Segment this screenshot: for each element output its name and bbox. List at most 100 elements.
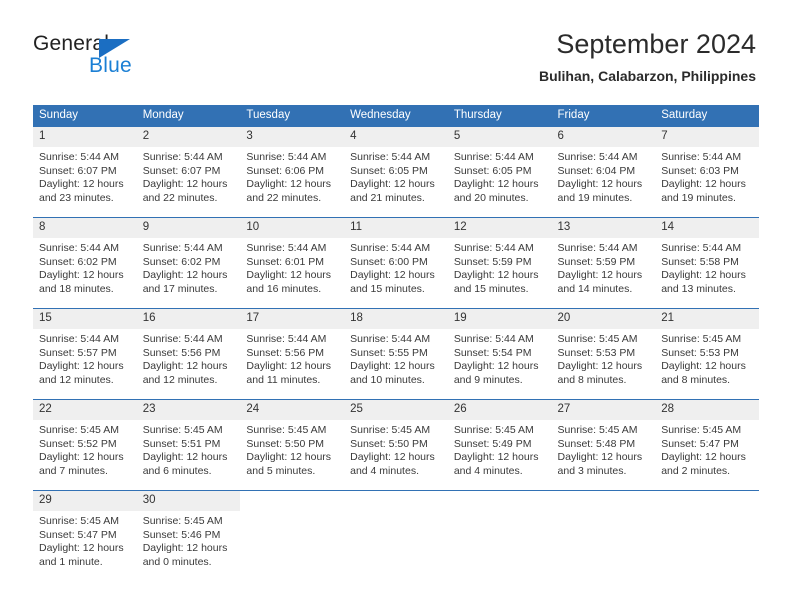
day-number	[240, 491, 345, 511]
calendar-day-cell[interactable]: 29 Sunrise: 5:45 AM Sunset: 5:47 PM Dayligh…	[33, 490, 137, 575]
day-number: 24	[240, 400, 345, 420]
calendar-day-cell[interactable]: 10 Sunrise: 5:44 AM Sunset: 6:01 PM Dayligh…	[240, 217, 345, 302]
day-cell-inner: 7 Sunrise: 5:44 AM Sunset: 6:03 PM Daylight…	[655, 127, 759, 211]
daylight-duration-line1: Daylight: 12 hours	[453, 178, 539, 191]
sunset-time: Sunset: 6:04 PM	[557, 164, 636, 177]
day-sun-info: Sunrise: 5:44 AM Sunset: 6:07 PM Daylight:…	[137, 147, 241, 205]
daylight-duration-line1: Daylight: 12 hours	[350, 451, 435, 464]
sunrise-time: Sunrise: 5:44 AM	[557, 151, 638, 163]
page-header: General Blue September 2024 Bulihan, Cal…	[0, 0, 792, 100]
calendar-day-cell[interactable]: 24 Sunrise: 5:45 AM Sunset: 5:50 PM Dayligh…	[240, 399, 345, 484]
day-cell-inner: 9 Sunrise: 5:44 AM Sunset: 6:02 PM Daylight…	[136, 218, 241, 302]
calendar-day-cell[interactable]: 2 Sunrise: 5:44 AM Sunset: 6:07 PM Daylight…	[136, 126, 241, 211]
weekday-header-thursday: Thursday	[447, 105, 552, 127]
calendar-day-cell[interactable]: 23 Sunrise: 5:45 AM Sunset: 5:51 PM Dayligh…	[136, 399, 241, 484]
calendar-day-cell[interactable]: 1 Sunrise: 5:44 AM Sunset: 6:07 PM Daylight…	[33, 126, 137, 211]
logo-text-general: General	[33, 32, 110, 55]
day-number	[344, 491, 448, 511]
sunrise-time: Sunrise: 5:45 AM	[142, 424, 223, 436]
calendar-day-cell[interactable]: 21 Sunrise: 5:45 AM Sunset: 5:53 PM Dayligh…	[655, 308, 759, 393]
day-sun-info: Sunrise: 5:44 AM Sunset: 5:54 PM Daylight:…	[448, 329, 552, 387]
sunrise-time: Sunrise: 5:45 AM	[246, 424, 327, 436]
day-cell-inner: 1 Sunrise: 5:44 AM Sunset: 6:07 PM Daylight…	[33, 127, 137, 211]
calendar-day-cell[interactable]: 19 Sunrise: 5:44 AM Sunset: 5:54 PM Dayligh…	[447, 308, 552, 393]
day-cell-inner: 22 Sunrise: 5:45 AM Sunset: 5:52 PM Dayligh…	[33, 400, 137, 484]
calendar-day-cell[interactable]: 9 Sunrise: 5:44 AM Sunset: 6:02 PM Daylight…	[136, 217, 241, 302]
calendar-empty-cell	[447, 490, 552, 575]
day-number: 13	[551, 218, 656, 238]
daylight-duration-line2: and 0 minutes.	[142, 555, 212, 568]
daylight-duration-line1: Daylight: 12 hours	[453, 269, 539, 282]
calendar-day-cell[interactable]: 28 Sunrise: 5:45 AM Sunset: 5:47 PM Dayligh…	[655, 399, 759, 484]
calendar-day-cell[interactable]: 27 Sunrise: 5:45 AM Sunset: 5:48 PM Dayligh…	[551, 399, 656, 484]
daylight-duration-line2: and 17 minutes.	[142, 282, 218, 295]
day-number: 25	[344, 400, 448, 420]
calendar-day-cell[interactable]: 20 Sunrise: 5:45 AM Sunset: 5:53 PM Dayligh…	[551, 308, 656, 393]
day-cell-inner: 30 Sunrise: 5:45 AM Sunset: 5:46 PM Dayligh…	[136, 491, 241, 575]
sunrise-time: Sunrise: 5:44 AM	[453, 242, 534, 254]
day-cell-inner: 29 Sunrise: 5:45 AM Sunset: 5:47 PM Dayligh…	[33, 491, 137, 575]
calendar-day-cell[interactable]: 13 Sunrise: 5:44 AM Sunset: 5:59 PM Dayligh…	[551, 217, 656, 302]
day-number: 21	[655, 309, 759, 329]
sunset-time: Sunset: 5:54 PM	[453, 346, 532, 359]
day-sun-info: Sunrise: 5:44 AM Sunset: 6:05 PM Daylight:…	[344, 147, 448, 205]
calendar-day-cell[interactable]: 14 Sunrise: 5:44 AM Sunset: 5:58 PM Dayligh…	[655, 217, 759, 302]
calendar-day-cell[interactable]: 8 Sunrise: 5:44 AM Sunset: 6:02 PM Daylight…	[33, 217, 137, 302]
calendar-empty-cell	[240, 490, 345, 575]
sunset-time: Sunset: 5:59 PM	[453, 255, 532, 268]
day-sun-info: Sunrise: 5:44 AM Sunset: 6:01 PM Daylight:…	[240, 238, 344, 296]
day-number: 2	[136, 127, 241, 147]
sunrise-time: Sunrise: 5:45 AM	[557, 424, 638, 436]
sunset-time: Sunset: 6:00 PM	[350, 255, 428, 268]
day-number: 18	[344, 309, 448, 329]
calendar-day-cell[interactable]: 12 Sunrise: 5:44 AM Sunset: 5:59 PM Dayligh…	[447, 217, 552, 302]
calendar-day-cell[interactable]: 4 Sunrise: 5:44 AM Sunset: 6:05 PM Daylight…	[344, 126, 448, 211]
calendar-day-cell[interactable]: 15 Sunrise: 5:44 AM Sunset: 5:57 PM Dayligh…	[33, 308, 137, 393]
calendar-day-cell[interactable]: 17 Sunrise: 5:44 AM Sunset: 5:56 PM Dayligh…	[240, 308, 345, 393]
sunset-time: Sunset: 5:53 PM	[557, 346, 636, 359]
day-sun-info: Sunrise: 5:44 AM Sunset: 6:02 PM Daylight:…	[33, 238, 137, 296]
daylight-duration-line1: Daylight: 12 hours	[246, 178, 332, 191]
sunset-time: Sunset: 6:02 PM	[142, 255, 221, 268]
day-cell-inner: 3 Sunrise: 5:44 AM Sunset: 6:06 PM Daylight…	[240, 127, 345, 211]
day-cell-inner: 19 Sunrise: 5:44 AM Sunset: 5:54 PM Dayligh…	[447, 309, 552, 393]
calendar-day-cell[interactable]: 7 Sunrise: 5:44 AM Sunset: 6:03 PM Daylight…	[655, 126, 759, 211]
daylight-duration-line1: Daylight: 12 hours	[39, 360, 124, 373]
day-sun-info: Sunrise: 5:44 AM Sunset: 6:03 PM Daylight:…	[655, 147, 759, 205]
day-number: 6	[551, 127, 656, 147]
day-cell-inner: 10 Sunrise: 5:44 AM Sunset: 6:01 PM Dayligh…	[240, 218, 345, 302]
daylight-duration-line1: Daylight: 12 hours	[661, 360, 746, 373]
calendar-day-cell[interactable]: 22 Sunrise: 5:45 AM Sunset: 5:52 PM Dayligh…	[33, 399, 137, 484]
sunset-time: Sunset: 6:05 PM	[453, 164, 532, 177]
calendar-day-cell[interactable]: 25 Sunrise: 5:45 AM Sunset: 5:50 PM Dayligh…	[344, 399, 448, 484]
weekday-header-sunday: Sunday	[33, 105, 137, 127]
daylight-duration-line2: and 12 minutes.	[142, 373, 218, 386]
calendar-day-cell[interactable]: 30 Sunrise: 5:45 AM Sunset: 5:46 PM Dayligh…	[136, 490, 241, 575]
calendar-week-row: 15 Sunrise: 5:44 AM Sunset: 5:57 PM Dayligh…	[33, 308, 759, 393]
day-sun-info	[344, 511, 448, 515]
calendar-day-cell[interactable]: 11 Sunrise: 5:44 AM Sunset: 6:00 PM Dayligh…	[344, 217, 448, 302]
calendar-empty-cell	[551, 490, 656, 575]
sunrise-time: Sunrise: 5:44 AM	[142, 333, 223, 345]
day-cell-inner: 4 Sunrise: 5:44 AM Sunset: 6:05 PM Daylight…	[344, 127, 448, 211]
sunset-time: Sunset: 5:53 PM	[661, 346, 739, 359]
calendar-day-cell[interactable]: 18 Sunrise: 5:44 AM Sunset: 5:55 PM Dayligh…	[344, 308, 448, 393]
day-cell-inner: 24 Sunrise: 5:45 AM Sunset: 5:50 PM Dayligh…	[240, 400, 345, 484]
sunrise-time: Sunrise: 5:45 AM	[142, 515, 223, 527]
calendar-day-cell[interactable]: 3 Sunrise: 5:44 AM Sunset: 6:06 PM Daylight…	[240, 126, 345, 211]
daylight-duration-line2: and 18 minutes.	[39, 282, 114, 295]
sunset-time: Sunset: 6:05 PM	[350, 164, 428, 177]
sunset-time: Sunset: 6:07 PM	[39, 164, 117, 177]
calendar-day-cell[interactable]: 16 Sunrise: 5:44 AM Sunset: 5:56 PM Dayligh…	[136, 308, 241, 393]
day-cell-inner: 16 Sunrise: 5:44 AM Sunset: 5:56 PM Dayligh…	[136, 309, 241, 393]
daylight-duration-line1: Daylight: 12 hours	[557, 451, 643, 464]
daylight-duration-line2: and 12 minutes.	[39, 373, 114, 386]
calendar-day-cell[interactable]: 6 Sunrise: 5:44 AM Sunset: 6:04 PM Daylight…	[551, 126, 656, 211]
calendar-empty-cell	[655, 490, 759, 575]
calendar-day-cell[interactable]: 5 Sunrise: 5:44 AM Sunset: 6:05 PM Daylight…	[447, 126, 552, 211]
day-number: 1	[33, 127, 137, 147]
day-number: 27	[551, 400, 656, 420]
day-cell-inner: 18 Sunrise: 5:44 AM Sunset: 5:55 PM Dayligh…	[344, 309, 448, 393]
sunset-time: Sunset: 5:48 PM	[557, 437, 636, 450]
calendar-day-cell[interactable]: 26 Sunrise: 5:45 AM Sunset: 5:49 PM Dayligh…	[447, 399, 552, 484]
